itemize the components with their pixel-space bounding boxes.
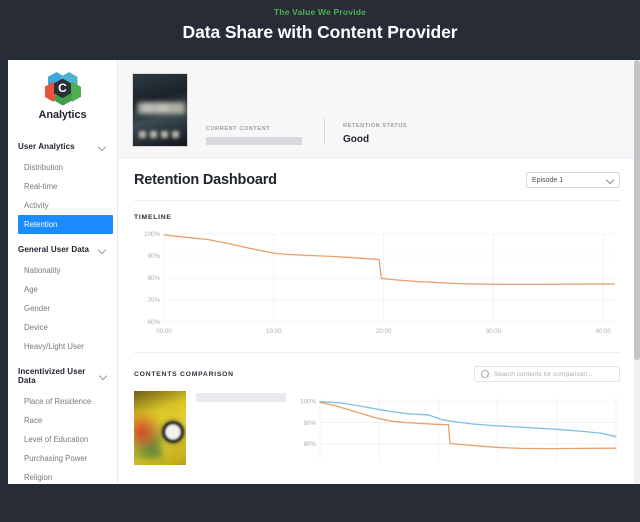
scrollbar-thumb[interactable] [634, 60, 640, 360]
svg-text:60%: 60% [148, 319, 161, 326]
sidebar-item-nationality[interactable]: Nationality [8, 261, 117, 280]
timeline-panel-title: TIMELINE [134, 214, 172, 221]
comparison-search-box[interactable]: Search contents for comparison... [474, 366, 620, 382]
episode-select[interactable]: Episode 1 [526, 172, 620, 188]
current-content-value-redacted [206, 137, 302, 145]
sidebar-item-device[interactable]: Device [8, 318, 117, 337]
svg-text:40:00: 40:00 [595, 328, 611, 335]
hero-kicker: The Value We Provide [273, 7, 367, 17]
analytics-logo-icon: C [44, 72, 81, 106]
retention-status-value: Good [343, 134, 370, 145]
page-title: Data Share with Content Provider [182, 22, 458, 42]
sidebar: C Analytics User Analytics Distribution Re… [8, 60, 118, 484]
sidebar-item-distribution[interactable]: Distribution [8, 158, 117, 177]
page-root: The Value We Provide Data Share with Con… [0, 0, 640, 522]
chevron-down-icon [606, 176, 614, 184]
svg-text:70%: 70% [148, 297, 161, 304]
current-content-label: CURRENT CONTENT [206, 126, 271, 132]
comparison-content-info [134, 391, 292, 471]
retention-status-field: RETENTION STATUS Good [343, 123, 407, 147]
sidebar-item-heavy-light-user[interactable]: Heavy/Light User [8, 337, 117, 356]
comparison-panel-header: CONTENTS COMPARISON Search contents for … [118, 353, 636, 387]
chevron-down-icon [99, 143, 107, 151]
app-window: C Analytics User Analytics Distribution Re… [8, 60, 636, 484]
strip-divider [324, 117, 325, 145]
sidebar-section-label: General User Data [18, 245, 90, 254]
comparison-chart: 100% 90% 80% [300, 397, 617, 461]
vertical-scrollbar[interactable] [634, 60, 640, 484]
sidebar-section-label: Incentivized User Data [18, 367, 86, 385]
sidebar-item-age[interactable]: Age [8, 280, 117, 299]
comparison-panel-title: CONTENTS COMPARISON [134, 370, 234, 378]
svg-text:00:00: 00:00 [156, 328, 172, 335]
sidebar-section-general-user-data[interactable]: General User Data [8, 238, 117, 261]
svg-text:30:00: 30:00 [486, 328, 502, 335]
brand-name: Analytics [38, 109, 87, 121]
sidebar-item-purchasing-power[interactable]: Purchasing Power [8, 449, 117, 468]
svg-text:100%: 100% [144, 231, 160, 238]
sidebar-item-gender[interactable]: Gender [8, 299, 117, 318]
sidebar-item-religion[interactable]: Religion [8, 468, 117, 484]
svg-text:90%: 90% [148, 253, 161, 260]
comparison-search-placeholder: Search contents for comparison... [494, 370, 593, 378]
hero-header: The Value We Provide Data Share with Con… [0, 0, 640, 60]
brand: C Analytics [8, 72, 117, 131]
sidebar-item-place-of-residence[interactable]: Place of Residence [8, 392, 117, 411]
svg-text:80%: 80% [304, 441, 317, 448]
svg-text:10:00: 10:00 [266, 328, 282, 335]
sidebar-section-label: User Analytics [18, 142, 75, 151]
sidebar-item-race[interactable]: Race [8, 411, 117, 430]
comparison-chart-container: 100% 90% 80% [292, 391, 622, 471]
current-content-thumbnail [132, 73, 188, 147]
comparison-row[interactable]: 100% 90% 80% [118, 387, 636, 471]
comparison-content-title-redacted [196, 393, 286, 402]
retention-status-label: RETENTION STATUS [343, 123, 408, 129]
sidebar-nav: User Analytics Distribution Real-time Activ… [8, 135, 117, 484]
current-content-field: CURRENT CONTENT [206, 126, 302, 147]
chevron-down-icon [99, 246, 107, 254]
comparison-content-thumbnail [134, 391, 186, 465]
svg-text:80%: 80% [148, 275, 161, 282]
search-icon [481, 370, 489, 378]
svg-text:90%: 90% [304, 420, 317, 427]
timeline-chart-container: 100% 90% 80% 70% 60% 00:00 10:00 20:00 30:00 40:0… [118, 226, 636, 344]
sidebar-item-level-of-education[interactable]: Level of Education [8, 430, 117, 449]
sidebar-item-retention[interactable]: Retention [18, 215, 113, 234]
svg-text:100%: 100% [300, 398, 316, 405]
dashboard-title: Retention Dashboard [134, 172, 277, 188]
dashboard-header: Retention Dashboard Episode 1 [118, 158, 636, 200]
logo-letter: C [58, 81, 67, 96]
content-status-strip: CURRENT CONTENT RETENTION STATUS Good [118, 60, 636, 158]
sidebar-section-user-analytics[interactable]: User Analytics [8, 135, 117, 158]
episode-select-value: Episode 1 [532, 176, 564, 184]
comparison-content-meta [196, 391, 286, 471]
chevron-down-icon [100, 372, 107, 380]
sidebar-item-real-time[interactable]: Real-time [8, 177, 117, 196]
sidebar-item-activity[interactable]: Activity [8, 196, 117, 215]
timeline-panel-header: TIMELINE [118, 201, 636, 226]
timeline-chart: 100% 90% 80% 70% 60% 00:00 10:00 20:00 30:00 40:0… [144, 231, 615, 335]
svg-text:20:00: 20:00 [376, 328, 392, 335]
main-content: CURRENT CONTENT RETENTION STATUS Good Re… [118, 60, 636, 484]
sidebar-section-incentivized-user-data[interactable]: Incentivized User Data [8, 360, 117, 392]
